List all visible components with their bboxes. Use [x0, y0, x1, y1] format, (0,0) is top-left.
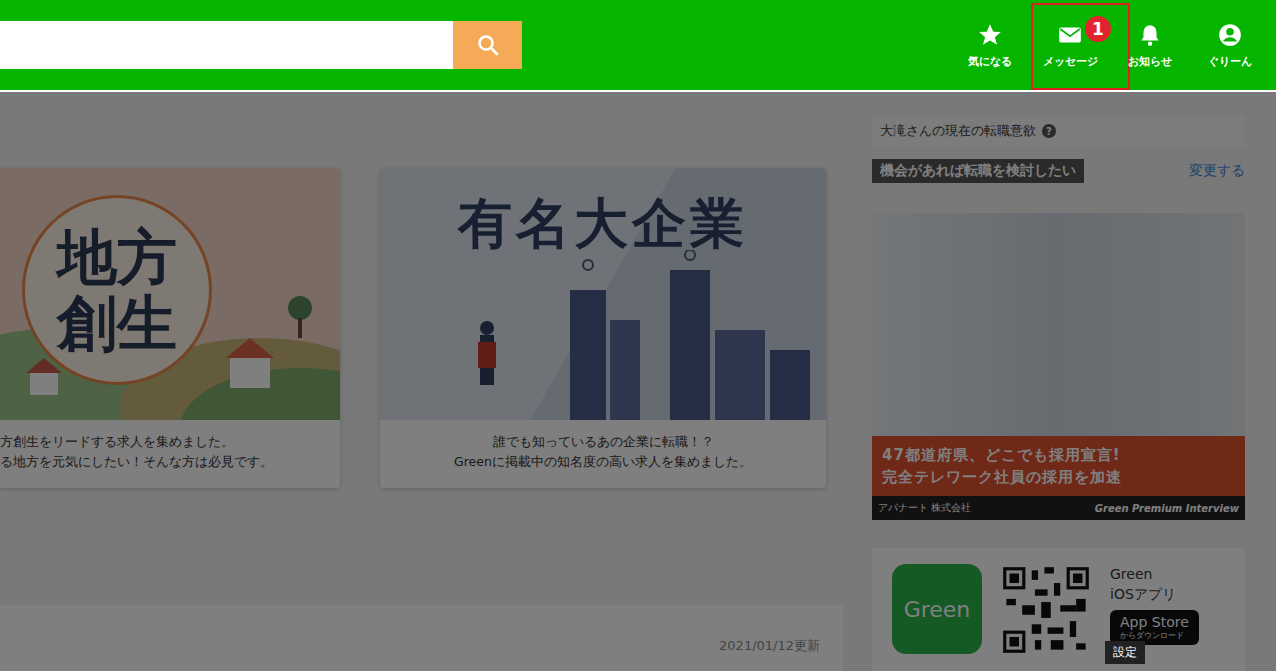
nav-label: メッセージ [1043, 54, 1098, 69]
search-button[interactable] [453, 21, 522, 69]
highlight-box [1031, 3, 1130, 90]
nav-item[interactable]: メッセージ 1 [1030, 0, 1110, 90]
nav-label: 気になる [968, 54, 1012, 69]
nav-item[interactable]: ぐりーん [1190, 0, 1270, 90]
bell-icon [1137, 22, 1163, 48]
user-icon [1217, 22, 1243, 48]
unread-badge: 1 [1085, 16, 1111, 42]
page: 気になるメッセージ1お知らせぐりーん地方創生方創生をリードする求人を集めました。… [0, 0, 1276, 671]
header-nav: 気になる メッセージ 1 お知らせ ぐりーん [950, 0, 1276, 90]
nav-label: ぐりーん [1208, 54, 1252, 69]
settings-tooltip: 設定 [1105, 641, 1145, 664]
top-bar: 気になる メッセージ 1 お知らせ ぐりーん [0, 0, 1276, 92]
star-icon [977, 22, 1003, 48]
search-input[interactable] [0, 21, 453, 69]
magnifier-icon [476, 33, 500, 57]
nav-item[interactable]: お知らせ [1110, 0, 1190, 90]
envelope-icon [1057, 22, 1083, 48]
nav-label: お知らせ [1128, 54, 1172, 69]
search-bar [0, 21, 522, 69]
nav-item[interactable]: 気になる [950, 0, 1030, 90]
modal-backdrop[interactable] [0, 92, 1276, 671]
